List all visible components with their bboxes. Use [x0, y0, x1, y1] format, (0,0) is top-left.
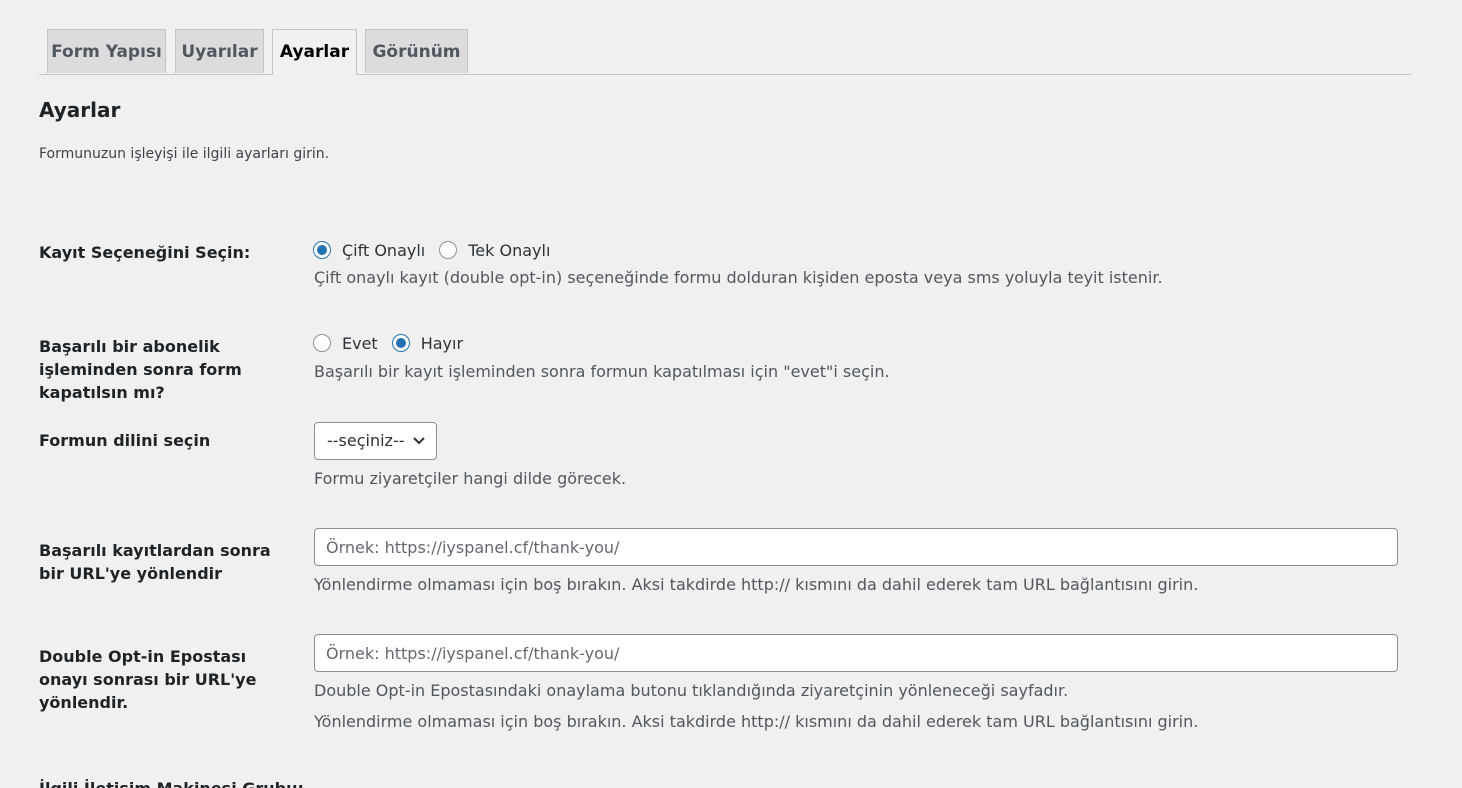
redirect-description: Yönlendirme olmaması için boş bırakın. A…: [314, 575, 1199, 594]
double-optin-redirect-note: Yönlendirme olmaması için boş bırakın. A…: [314, 712, 1199, 731]
settings-page: Form Yapısı Uyarılar Ayarlar Görünüm Aya…: [0, 0, 1462, 788]
section-title: Ayarlar: [39, 98, 121, 122]
close-form-description: Başarılı bir kayıt işleminden sonra form…: [314, 362, 890, 381]
radio-button[interactable]: [313, 334, 331, 352]
radio-label: Çift Onaylı: [342, 240, 426, 260]
tab-form-yapisi[interactable]: Form Yapısı: [47, 29, 166, 73]
language-label: Formun dilini seçin: [39, 431, 211, 450]
radio-button-checked[interactable]: [391, 334, 410, 352]
registration-option-description: Çift onaylı kayıt (double opt-in) seçene…: [314, 268, 1163, 287]
chevron-down-icon: [413, 437, 425, 445]
redirect-url-input[interactable]: [314, 528, 1398, 566]
tab-gorunum[interactable]: Görünüm: [365, 29, 468, 73]
double-optin-redirect-label: Double Opt-in Epostası onayı sonrası bir…: [39, 647, 257, 712]
section-description: Formunuzun işleyişi ile ilgili ayarları …: [39, 146, 330, 162]
close-form-label: Başarılı bir abonelik işleminden sonra f…: [39, 337, 242, 402]
tab-ayarlar[interactable]: Ayarlar: [272, 29, 357, 75]
redirect-label: Başarılı kayıtlardan sonra bir URL'ye yö…: [39, 541, 271, 583]
radio-cift-onayli[interactable]: Çift Onaylı: [313, 241, 425, 260]
radio-button[interactable]: [439, 241, 458, 259]
language-select-value: --seçiniz--: [327, 431, 405, 450]
radio-label: Evet: [342, 333, 378, 353]
language-description: Formu ziyaretçiler hangi dilde görecek.: [314, 469, 627, 488]
registration-option-radio-group: Çift Onaylı Tek Onaylı: [313, 239, 564, 261]
double-optin-redirect-description: Double Opt-in Epostasındaki onaylama but…: [314, 681, 1069, 700]
radio-button-checked[interactable]: [313, 241, 331, 259]
close-form-radio-group: Evet Hayır: [313, 332, 477, 354]
radio-label: Tek Onaylı: [468, 240, 551, 260]
radio-tek-onayli[interactable]: Tek Onaylı: [439, 241, 550, 260]
radio-hayir[interactable]: Hayır: [391, 333, 464, 353]
radio-evet[interactable]: Evet: [313, 334, 378, 353]
registration-option-label: Kayıt Seçeneğini Seçin:: [39, 243, 251, 262]
language-select[interactable]: --seçiniz--: [314, 422, 437, 460]
tab-uyarilar[interactable]: Uyarılar: [175, 29, 264, 73]
contact-machine-group-label: İlgili İletişim Makinesi Grubu:: [39, 777, 439, 788]
radio-label: Hayır: [420, 333, 464, 353]
double-optin-redirect-url-input[interactable]: [314, 634, 1398, 672]
tab-bar: Form Yapısı Uyarılar Ayarlar Görünüm: [39, 29, 1411, 75]
